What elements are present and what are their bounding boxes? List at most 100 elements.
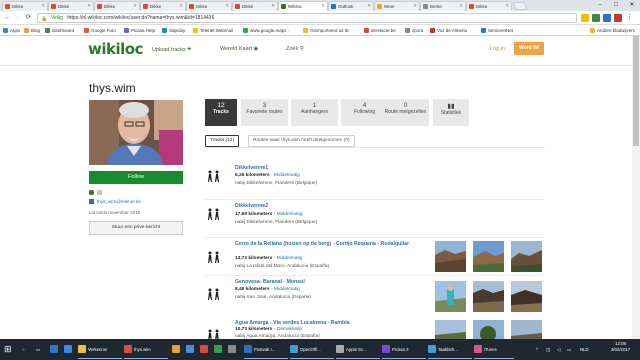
- subtab-tracks[interactable]: Tracks (12): [205, 135, 240, 147]
- bookmark-item[interactable]: SeniorenNet: [481, 27, 513, 34]
- track-photo[interactable]: [473, 320, 504, 339]
- taskbar-app[interactable]: OpenOffi...: [290, 340, 334, 359]
- bookmark-item[interactable]: Google Foto: [84, 27, 116, 34]
- bookmark-item[interactable]: Voz de Almeria: [430, 27, 467, 34]
- close-icon[interactable]: ✕: [505, 3, 509, 9]
- extension-icon[interactable]: [592, 14, 600, 22]
- close-icon[interactable]: ✕: [459, 3, 463, 9]
- pinned-app-icon[interactable]: [200, 340, 210, 359]
- close-icon[interactable]: ✕: [271, 3, 275, 9]
- world-map-link[interactable]: Wereld Kaart ◉: [220, 46, 258, 52]
- browser-tab[interactable]: Dikke ✕: [140, 1, 186, 11]
- pinned-app-icon[interactable]: [172, 340, 182, 359]
- tab-following[interactable]: 4 Following: [341, 99, 388, 126]
- input-language[interactable]: NLD: [580, 340, 589, 359]
- taskbar-app[interactable]: Taakbeh...: [428, 340, 472, 359]
- bookmark-item[interactable]: Blog: [24, 27, 40, 34]
- minimize-button[interactable]: –: [592, 0, 608, 10]
- close-icon[interactable]: ✕: [367, 3, 371, 9]
- close-icon[interactable]: ✕: [225, 3, 229, 9]
- bookmark-item[interactable]: Telenet Webmail: [193, 27, 233, 34]
- task-view-icon[interactable]: ▭: [36, 340, 40, 359]
- track-title-link[interactable]: Dikkelvenne2: [235, 203, 268, 209]
- search-link[interactable]: Zoek ⚲: [286, 46, 304, 52]
- bookmark-item[interactable]: Sapulay: [162, 27, 185, 34]
- bookmark-folder-other[interactable]: Andere bladwijzers: [590, 27, 635, 34]
- browser-tab[interactable]: Dikke ✕: [94, 1, 140, 11]
- taskbar-app[interactable]: iTunes: [474, 340, 514, 359]
- new-tab-button[interactable]: [512, 2, 528, 10]
- system-clock[interactable]: 12:08 3/02/2017: [611, 341, 630, 353]
- taskbar-search-icon[interactable]: ○: [22, 340, 25, 359]
- track-photo[interactable]: [435, 241, 466, 272]
- track-photo[interactable]: [435, 320, 466, 339]
- menu-icon[interactable]: ⋮: [626, 14, 634, 22]
- track-photo[interactable]: [435, 281, 466, 312]
- extension-icon[interactable]: [614, 14, 622, 22]
- upload-tracks-link[interactable]: Upload tracks +: [152, 46, 191, 53]
- volume-icon[interactable]: ◁: [557, 340, 560, 359]
- follow-button[interactable]: Follow: [89, 171, 183, 184]
- extension-icon[interactable]: [603, 14, 611, 22]
- store-icon[interactable]: [64, 340, 74, 359]
- send-message-button[interactable]: Stuur een prive-bericht: [89, 221, 183, 235]
- track-photo[interactable]: [473, 241, 504, 272]
- reload-button[interactable]: ⟳: [24, 13, 33, 22]
- track-title-link[interactable]: Agua Amarga - Vía verdes Lucainena - Ram…: [235, 320, 350, 326]
- profile-email[interactable]: thys_wim@telenet.be: [97, 199, 141, 204]
- browser-tab[interactable]: Outlook ✕: [328, 1, 374, 11]
- battery-icon[interactable]: ▭: [567, 340, 571, 359]
- track-title-link[interactable]: Genovesa- Baranal - Monsul: [235, 279, 305, 285]
- track-photo[interactable]: [511, 281, 542, 312]
- close-icon[interactable]: ✕: [133, 3, 137, 9]
- taskbar-app[interactable]: Picasa 3: [382, 340, 426, 359]
- page-scrollbar-thumb[interactable]: [633, 36, 639, 146]
- pinned-app-icon[interactable]: [214, 340, 224, 359]
- browser-tab[interactable]: Dikke ✕: [2, 1, 48, 11]
- track-photo[interactable]: [473, 281, 504, 312]
- back-button[interactable]: ←: [3, 13, 12, 22]
- track-title-link[interactable]: Dikkelvenne1: [235, 165, 268, 171]
- tab-followers[interactable]: 1 Aanhangers: [291, 99, 338, 126]
- bookmark-item[interactable]: derelacte.be: [364, 27, 396, 34]
- close-icon[interactable]: ✕: [87, 3, 91, 9]
- pinned-app-icon[interactable]: [228, 340, 238, 359]
- edge-icon[interactable]: [50, 340, 60, 359]
- network-icon[interactable]: ◫: [546, 340, 550, 359]
- tab-statistics[interactable]: ▮▮ Statistiek: [433, 99, 469, 126]
- star-icon[interactable]: [581, 14, 589, 22]
- bookmark-item[interactable]: Dashboard: [45, 27, 74, 34]
- tab-route-companions[interactable]: 0 Route metgezellen: [382, 99, 429, 126]
- wikiloc-logo[interactable]: wikiloc: [88, 40, 143, 58]
- close-icon[interactable]: ✕: [321, 3, 325, 9]
- maximize-button[interactable]: □: [608, 0, 624, 10]
- browser-tab[interactable]: Dikke ✕: [186, 1, 232, 11]
- bookmark-item[interactable]: Geimporteerd uit IE: [303, 27, 349, 34]
- bookmark-item[interactable]: www.google.maps -: [243, 27, 289, 34]
- browser-tab[interactable]: Dikke ✕: [48, 1, 94, 11]
- taskbar-app[interactable]: Apple Sc...: [336, 340, 380, 359]
- browser-tab[interactable]: Dikke ✕: [466, 1, 512, 11]
- address-input[interactable]: 🔒 Veilig https://nl.wikiloc.com/wikiloc/…: [37, 13, 577, 23]
- close-icon[interactable]: ✕: [41, 3, 45, 9]
- close-icon[interactable]: ✕: [179, 3, 183, 9]
- browser-tab[interactable]: Weer ✕: [374, 1, 420, 11]
- windows-start-icon[interactable]: ⊞: [4, 340, 12, 359]
- browser-tab[interactable]: Bertie ✕: [420, 1, 466, 11]
- track-photo[interactable]: [511, 241, 542, 272]
- taskbar-app[interactable]: thys.wim: [124, 340, 168, 359]
- login-link[interactable]: Log in: [490, 46, 505, 52]
- bookmark-item[interactable]: Picasa Help: [124, 27, 155, 34]
- taskbar-app[interactable]: Postvak I...: [244, 340, 288, 359]
- tab-tracks[interactable]: 12 Tracks: [205, 99, 237, 126]
- bookmark-item[interactable]: zpora: [405, 27, 423, 34]
- browser-tab-active[interactable]: Wikiloc ✕: [278, 1, 328, 11]
- taskbar-app[interactable]: Verkenner: [78, 340, 122, 359]
- browser-tab[interactable]: Dikke ✕: [232, 1, 278, 11]
- bookmark-item[interactable]: Apps: [3, 27, 20, 34]
- tab-favorite-routes[interactable]: 3 Favoriete routes: [241, 99, 288, 126]
- track-photo[interactable]: [511, 320, 542, 339]
- forward-button[interactable]: →: [13, 13, 22, 22]
- track-title-link[interactable]: Cerro de la Reliana (huizen op de berg) …: [235, 241, 425, 247]
- pinned-app-icon[interactable]: [186, 340, 196, 359]
